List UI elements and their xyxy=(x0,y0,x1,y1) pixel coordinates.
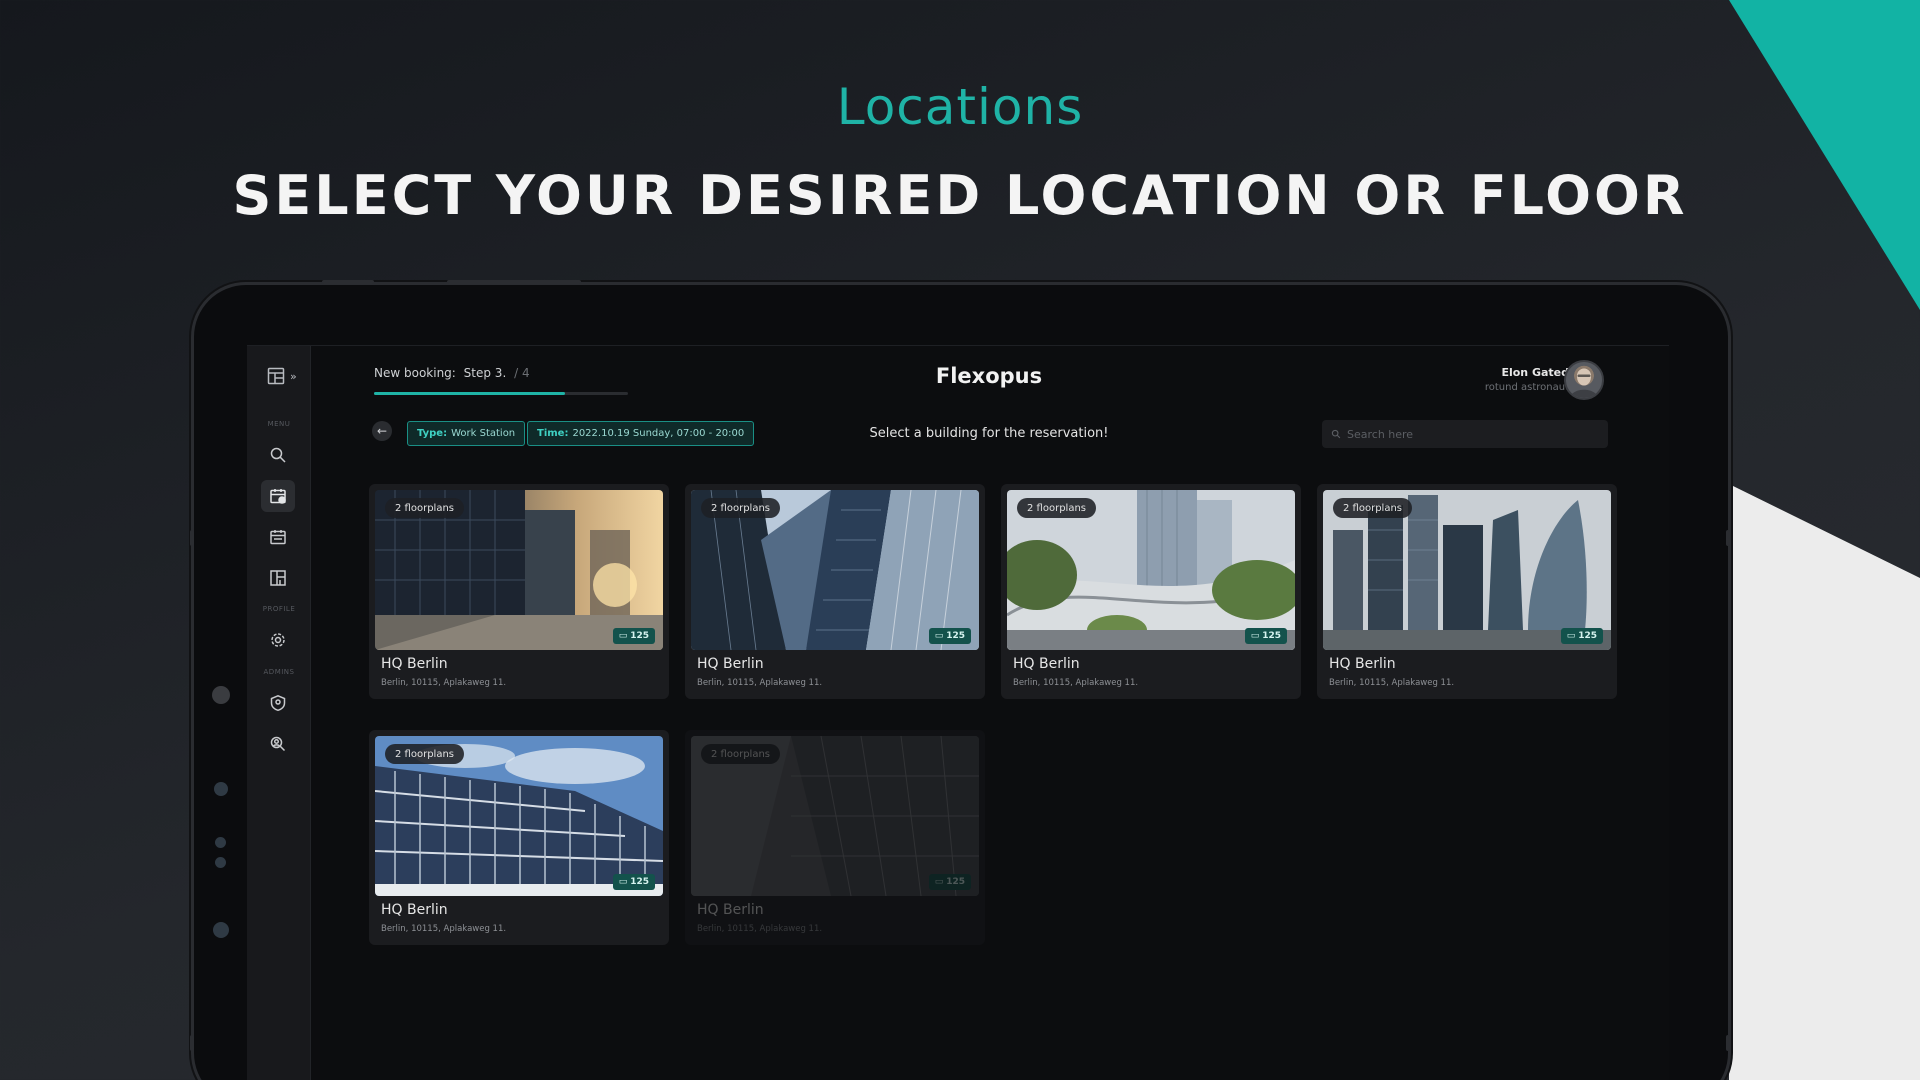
desk-icon: ▭ xyxy=(1250,631,1260,641)
avatar[interactable] xyxy=(1564,360,1604,400)
desk-icon: ▭ xyxy=(934,877,944,887)
seat-count: 125 xyxy=(1578,631,1597,641)
location-name: HQ Berlin xyxy=(697,902,764,918)
floorplans-badge: 2 floorplans xyxy=(701,744,780,764)
desk-icon: ▭ xyxy=(934,631,944,641)
location-address: Berlin, 10115, Aplakaweg 11. xyxy=(697,678,823,688)
tablet-side-button xyxy=(190,530,194,546)
sidebar-item-admin-users[interactable] xyxy=(261,728,295,760)
sidebar-section-profile: PROFILE xyxy=(262,605,296,613)
floorplans-badge: 2 floorplans xyxy=(385,498,464,518)
desk-icon: ▭ xyxy=(618,631,628,641)
location-image: 2 floorplans ▭ 125 xyxy=(691,490,979,650)
desk-icon: ▭ xyxy=(1566,631,1576,641)
seat-count-badge: ▭ 125 xyxy=(1560,628,1603,644)
sidebar-item-floorplans[interactable] xyxy=(261,562,295,594)
seat-count-badge: ▭ 125 xyxy=(928,874,971,890)
sidebar-item-admin-security[interactable] xyxy=(261,687,295,719)
seat-count: 125 xyxy=(946,877,965,887)
floorplans-badge: 2 floorplans xyxy=(1333,498,1412,518)
users-manage-icon xyxy=(270,736,286,752)
app-brand: Flexopus xyxy=(935,364,1043,388)
sidebar-section-admins: ADMINS xyxy=(263,668,295,676)
booking-progress-fill xyxy=(374,392,565,395)
floorplan-icon xyxy=(270,570,286,586)
location-image: 2 floorplans ▭ 125 xyxy=(1007,490,1295,650)
location-address: Berlin, 10115, Aplakaweg 11. xyxy=(381,678,507,688)
seat-count-badge: ▭ 125 xyxy=(612,874,655,890)
app-screen: » MENU PROFILE ADMINS New booking: Step xyxy=(247,345,1669,1080)
tablet-side-button xyxy=(1726,530,1730,546)
location-name: HQ Berlin xyxy=(697,656,764,672)
search-input[interactable] xyxy=(1347,427,1587,441)
tablet-side-button xyxy=(190,1035,194,1051)
location-card[interactable]: 2 floorplans ▭ 125 HQ Berlin Berlin, 1011… xyxy=(1001,484,1301,699)
section-title: SELECT YOUR DESIRED LOCATION OR FLOOR xyxy=(232,164,1688,227)
location-address: Berlin, 10115, Aplakaweg 11. xyxy=(697,924,823,934)
calendar-icon xyxy=(270,530,286,545)
location-image: 2 floorplans ▭ 125 xyxy=(375,736,663,896)
sidebar-item-settings[interactable] xyxy=(261,624,295,656)
location-image: 2 floorplans ▭ 125 xyxy=(1323,490,1611,650)
location-name: HQ Berlin xyxy=(381,902,448,918)
seat-count: 125 xyxy=(630,877,649,887)
search-icon xyxy=(270,447,286,463)
search-box[interactable] xyxy=(1322,420,1608,448)
location-name: HQ Berlin xyxy=(1329,656,1396,672)
gear-icon xyxy=(271,633,285,647)
location-address: Berlin, 10115, Aplakaweg 11. xyxy=(381,924,507,934)
location-card[interactable]: 2 floorplans ▭ 125 HQ Berlin Berlin, 1011… xyxy=(369,730,669,945)
search-icon xyxy=(1331,429,1341,439)
sidebar-item-new-booking[interactable] xyxy=(261,480,295,512)
floorplans-badge: 2 floorplans xyxy=(701,498,780,518)
location-card[interactable]: 2 floorplans ▭ 125 HQ Berlin Berlin, 1011… xyxy=(1317,484,1617,699)
desk-icon: ▭ xyxy=(618,877,628,887)
seat-count: 125 xyxy=(630,631,649,641)
location-address: Berlin, 10115, Aplakaweg 11. xyxy=(1329,678,1455,688)
tablet-top-button xyxy=(322,280,374,284)
seat-count: 125 xyxy=(946,631,965,641)
sidebar: » MENU PROFILE ADMINS xyxy=(247,346,311,1080)
sidebar-item-calendar[interactable] xyxy=(261,521,295,553)
sidebar-item-search[interactable] xyxy=(261,439,295,471)
floorplans-badge: 2 floorplans xyxy=(1017,498,1096,518)
location-card[interactable]: 2 floorplans ▭ 125 HQ Berlin Berlin, 1011… xyxy=(369,484,669,699)
seat-count: 125 xyxy=(1262,631,1281,641)
calendar-check-icon xyxy=(270,489,286,504)
section-subtitle: Locations xyxy=(836,78,1084,136)
sensor-dot xyxy=(215,837,226,848)
sensor-dot xyxy=(214,782,228,796)
tablet-top-button xyxy=(447,280,581,284)
floorplans-badge: 2 floorplans xyxy=(385,744,464,764)
shield-user-icon xyxy=(270,694,286,712)
location-image: 2 floorplans ▭ 125 xyxy=(691,736,979,896)
location-card-disabled: 2 floorplans ▭ 125 HQ Berlin Berlin, 1011… xyxy=(685,730,985,945)
location-name: HQ Berlin xyxy=(381,656,448,672)
location-address: Berlin, 10115, Aplakaweg 11. xyxy=(1013,678,1139,688)
seat-count-badge: ▭ 125 xyxy=(928,628,971,644)
seat-count-badge: ▭ 125 xyxy=(1244,628,1287,644)
seat-count-badge: ▭ 125 xyxy=(612,628,655,644)
user-role: rotund astronaut xyxy=(1484,382,1569,393)
camera-icon xyxy=(212,686,230,704)
sensor-dot xyxy=(213,922,229,938)
booking-progress-bar xyxy=(374,392,628,395)
sensor-dot xyxy=(215,857,226,868)
user-name[interactable]: Elon Gated xyxy=(1501,366,1569,379)
location-image: 2 floorplans ▭ 125 xyxy=(375,490,663,650)
tablet-side-button xyxy=(1726,1035,1730,1051)
location-card[interactable]: 2 floorplans ▭ 125 HQ Berlin Berlin, 1011… xyxy=(685,484,985,699)
location-name: HQ Berlin xyxy=(1013,656,1080,672)
